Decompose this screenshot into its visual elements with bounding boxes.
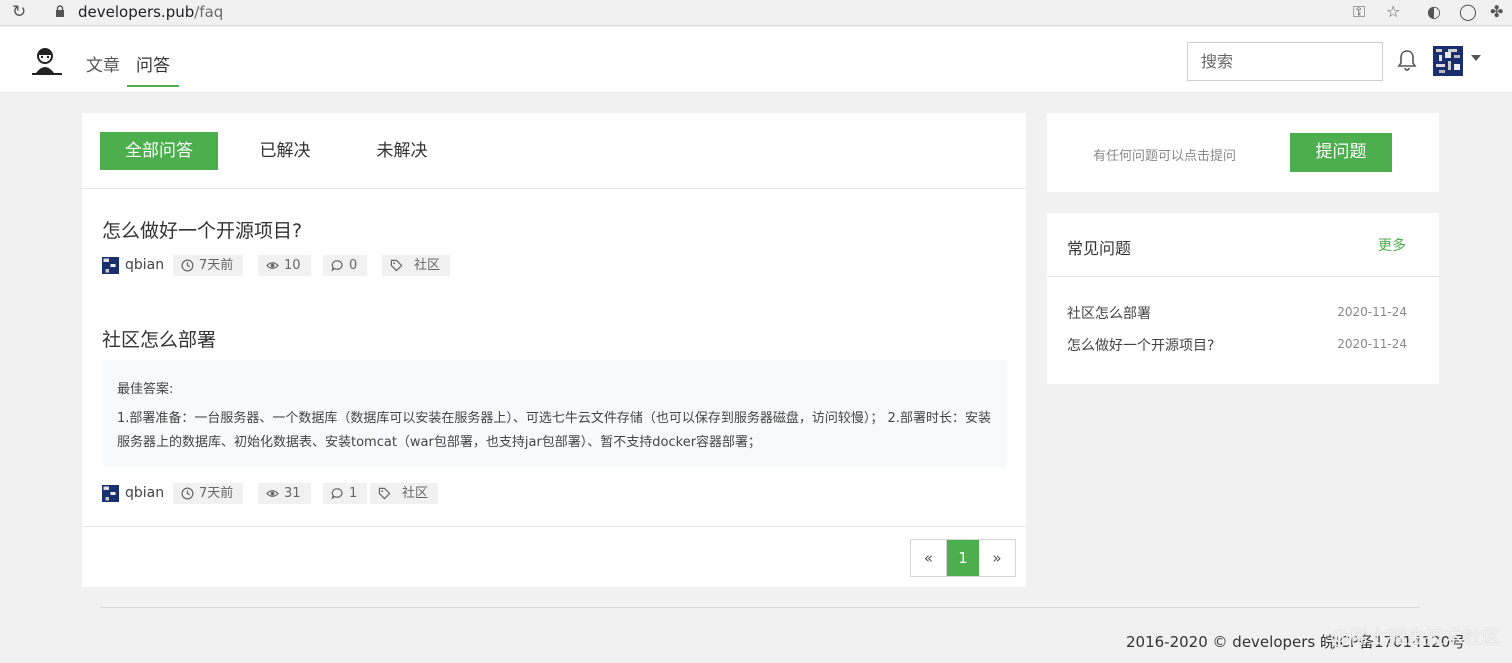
extension-icon[interactable]: ◐: [1427, 2, 1441, 21]
question-tabs: 全部问答 已解决 未解决: [82, 113, 1026, 189]
tag-icon: [390, 259, 403, 272]
faq-item[interactable]: 社区怎么部署 2020-11-24: [1067, 303, 1407, 323]
puzzle-icon[interactable]: ✤: [1490, 2, 1503, 21]
avatar[interactable]: [1433, 46, 1463, 76]
question-title[interactable]: 社区怎么部署: [102, 325, 216, 352]
views-count: 10: [284, 258, 301, 273]
clock-icon: [181, 259, 194, 272]
ask-question-button[interactable]: 提问题: [1290, 133, 1392, 172]
ask-question-card: 有任何问题可以点击提问 提问题: [1047, 113, 1439, 192]
browser-toolbar: ↻ developers.pub/faq ⚿ ☆ ◐ ◯ ✤: [0, 0, 1512, 26]
comment-icon: [331, 260, 343, 272]
nav-articles[interactable]: 文章: [86, 51, 120, 76]
key-icon[interactable]: ⚿: [1353, 2, 1365, 22]
url-host: developers.pub: [78, 3, 195, 21]
faq-item-date: 2020-11-24: [1337, 337, 1407, 351]
user-avatar[interactable]: [102, 257, 119, 274]
views-chip: 31: [258, 483, 311, 504]
comment-icon: [331, 488, 343, 500]
bell-icon[interactable]: [1397, 49, 1417, 71]
extension-circle-icon[interactable]: ◯: [1459, 2, 1477, 21]
ask-hint: 有任何问题可以点击提问: [1093, 149, 1237, 164]
tab-all[interactable]: 全部问答: [100, 132, 218, 170]
lock-icon: [56, 5, 64, 17]
question-list-card: 全部问答 已解决 未解决 怎么做好一个开源项目? qbian 7天前 10 0 …: [82, 113, 1026, 587]
comments-count: 0: [349, 258, 358, 273]
url-path: /faq: [194, 3, 224, 21]
faq-more-link[interactable]: 更多: [1378, 235, 1406, 255]
tag-icon: [378, 487, 391, 500]
tag-chip[interactable]: 社区: [370, 483, 439, 504]
clock-icon: [181, 487, 194, 500]
time-text: 7天前: [199, 258, 234, 273]
search-input[interactable]: [1187, 42, 1383, 81]
divider: [82, 526, 1026, 527]
nav-qa[interactable]: 问答: [127, 51, 179, 87]
time-text: 7天前: [199, 486, 234, 501]
eye-icon: [266, 490, 279, 497]
footer-divider: [100, 607, 1420, 608]
tag-text: 社区: [402, 486, 429, 501]
question-meta: qbian 7天前 10 0 社区: [102, 255, 502, 276]
next-page-button[interactable]: »: [979, 540, 1015, 576]
address-bar[interactable]: developers.pub/faq: [78, 3, 223, 21]
views-chip: 10: [258, 255, 311, 276]
pagination: « 1 »: [910, 539, 1016, 577]
tag-chip[interactable]: 社区: [382, 255, 451, 276]
username[interactable]: qbian: [125, 483, 164, 504]
chevron-down-icon[interactable]: [1471, 55, 1481, 61]
faq-card: 常见问题 更多 社区怎么部署 2020-11-24 怎么做好一个开源项目? 20…: [1047, 213, 1439, 384]
views-count: 31: [284, 486, 301, 501]
comments-chip: 0: [323, 255, 368, 276]
prev-page-button[interactable]: «: [911, 540, 947, 576]
reload-icon[interactable]: ↻: [12, 2, 26, 22]
logo-icon[interactable]: [30, 47, 64, 77]
comments-chip: 1: [323, 483, 368, 504]
best-answer: 最佳答案: 1.部署准备：一台服务器、一个数据库（数据库可以安装在服务器上）、可…: [103, 360, 1007, 467]
current-page-button[interactable]: 1: [947, 540, 979, 576]
site-header: 文章 问答: [0, 27, 1512, 93]
question-meta: qbian 7天前 31 1 社区: [102, 483, 502, 504]
star-icon[interactable]: ☆: [1386, 2, 1400, 21]
comments-count: 1: [349, 486, 358, 501]
username[interactable]: qbian: [125, 255, 164, 276]
tag-text: 社区: [414, 258, 441, 273]
question-title[interactable]: 怎么做好一个开源项目?: [102, 216, 302, 243]
faq-item-title[interactable]: 怎么做好一个开源项目?: [1067, 335, 1214, 355]
watermark: @稀土掘金技术社区: [1330, 626, 1502, 648]
tab-solved[interactable]: 已解决: [245, 132, 325, 170]
user-avatar[interactable]: [102, 485, 119, 502]
faq-item-title[interactable]: 社区怎么部署: [1067, 303, 1151, 323]
eye-icon: [266, 262, 279, 269]
faq-item[interactable]: 怎么做好一个开源项目? 2020-11-24: [1067, 335, 1407, 355]
time-chip: 7天前: [173, 255, 244, 276]
tab-unsolved[interactable]: 未解决: [362, 132, 442, 170]
faq-title: 常见问题: [1067, 239, 1132, 258]
faq-item-date: 2020-11-24: [1337, 305, 1407, 319]
time-chip: 7天前: [173, 483, 244, 504]
faq-header: 常见问题 更多: [1047, 213, 1439, 277]
best-answer-text: 1.部署准备：一台服务器、一个数据库（数据库可以安装在服务器上）、可选七牛云文件…: [117, 411, 991, 450]
best-answer-label: 最佳答案:: [117, 382, 174, 397]
